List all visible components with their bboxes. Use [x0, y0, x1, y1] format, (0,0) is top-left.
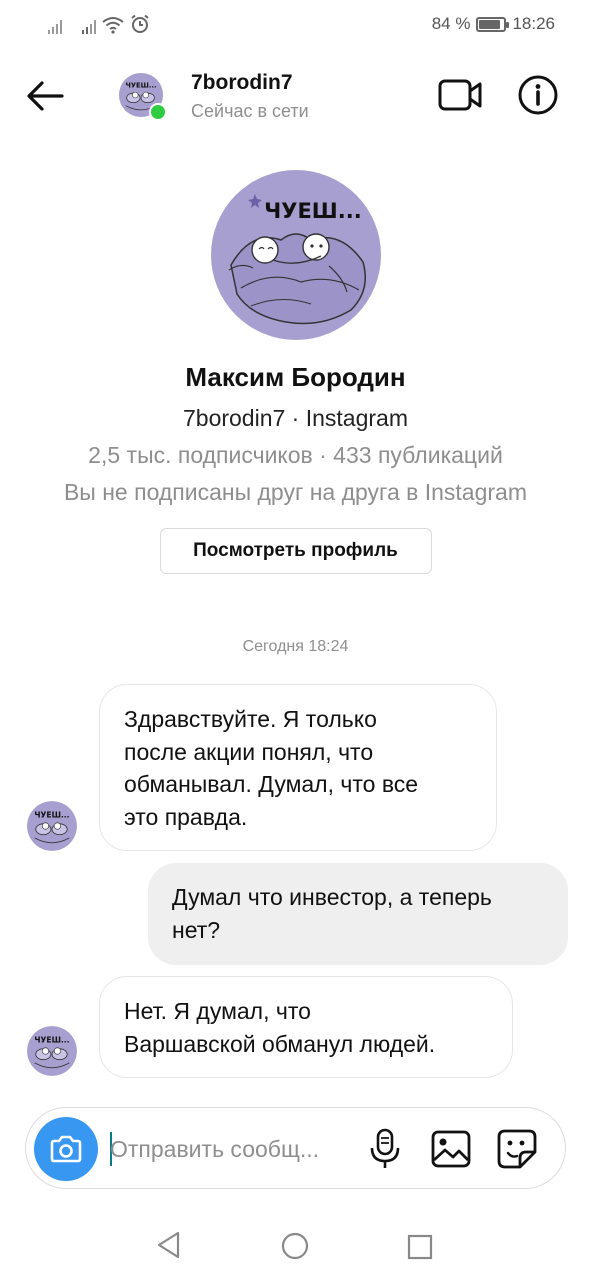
chat-header: ЧУЕШ... 7borodin7 Сейчас в сети	[0, 55, 591, 135]
message-line: обманывал. Думал, что все	[124, 771, 419, 797]
message-bubble-incoming[interactable]: Здравствуйте. Я только после акции понял…	[99, 684, 497, 851]
svg-text:ЧУЕШ...: ЧУЕШ...	[125, 81, 156, 89]
svg-text:ЧУЕШ...: ЧУЕШ...	[34, 810, 69, 819]
gallery-icon[interactable]	[430, 1128, 472, 1170]
message-line: Нет. Я думал, что	[124, 998, 311, 1024]
battery-icon	[476, 16, 510, 32]
profile-relation: Вы не подписаны друг на друга в Instagra…	[63, 479, 528, 505]
header-username[interactable]: 7borodin7	[191, 71, 293, 95]
camera-button[interactable]	[34, 1117, 98, 1181]
svg-text:ЧУЕШ...: ЧУЕШ...	[34, 1035, 69, 1044]
message-line: Здравствуйте. Я только	[124, 706, 377, 732]
status-bar: 84 % 18:26	[0, 0, 591, 50]
sender-avatar[interactable]: ЧУЕШ...	[26, 1025, 78, 1077]
date-separator: Сегодня 18:24	[242, 638, 349, 655]
message-line: Варшавской обманул людей.	[124, 1030, 436, 1057]
sticker-icon[interactable]	[496, 1128, 538, 1170]
message-line: после акции понял, что	[124, 738, 374, 765]
view-profile-button[interactable]: Посмотреть профиль	[159, 528, 432, 574]
clock: 18:26	[512, 14, 555, 33]
message-input[interactable]	[110, 1130, 350, 1168]
message-composer	[25, 1107, 566, 1189]
profile-avatar[interactable]: ЧУЕШ...	[210, 170, 381, 340]
sender-avatar[interactable]: ЧУЕШ...	[26, 800, 78, 852]
message-bubble-outgoing[interactable]: Думал что инвестор, а теперь нет?	[148, 863, 568, 965]
profile-card: ЧУЕШ... Максим Бородин 7borodin7 · Insta…	[0, 170, 591, 574]
message-line: это правда.	[124, 803, 248, 830]
nav-recent-icon[interactable]	[407, 1234, 433, 1260]
signal-icon	[48, 18, 62, 34]
nav-home-icon[interactable]	[281, 1232, 309, 1260]
message-line: нет?	[172, 916, 221, 943]
svg-text:ЧУЕШ...: ЧУЕШ...	[264, 199, 361, 223]
system-nav-bar	[0, 1210, 591, 1280]
wifi-icon	[102, 17, 124, 34]
video-call-icon[interactable]	[436, 75, 484, 115]
profile-full-name: Максим Бородин	[185, 362, 406, 392]
profile-stats: 2,5 тыс. подписчиков · 433 публикаций	[88, 442, 503, 468]
camera-icon	[50, 1135, 82, 1163]
nav-back-icon[interactable]	[154, 1230, 184, 1260]
battery-percent: 84 %	[431, 14, 471, 33]
alarm-icon	[131, 14, 149, 33]
microphone-icon[interactable]	[368, 1128, 402, 1170]
message-bubble-incoming[interactable]: Нет. Я думал, что Варшавской обманул люд…	[99, 976, 513, 1078]
online-dot	[149, 103, 167, 121]
info-icon[interactable]	[516, 73, 560, 117]
presence-status: Сейчас в сети	[191, 101, 309, 121]
profile-handle: 7borodin7 · Instagram	[182, 405, 408, 431]
signal-icon	[82, 18, 96, 34]
back-arrow-icon[interactable]	[22, 73, 68, 119]
message-line: Думал что инвестор, а теперь	[172, 884, 492, 910]
